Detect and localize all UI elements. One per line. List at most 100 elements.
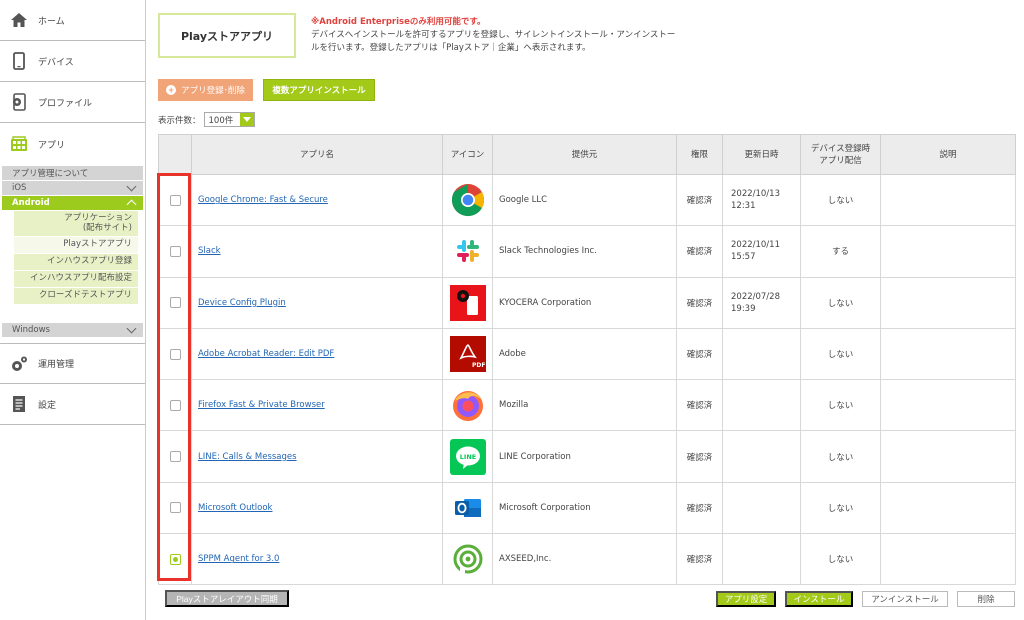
- distribution-cell: する: [800, 225, 881, 278]
- header-distribution: デバイス登録時 アプリ配信: [800, 134, 881, 175]
- row-select-checkbox[interactable]: [169, 194, 181, 206]
- row-checkbox-cell: [158, 276, 192, 329]
- header-distribution-line2: アプリ配信: [819, 155, 862, 166]
- line-icon: LINE: [449, 438, 486, 475]
- row-checkbox-cell: [158, 430, 192, 483]
- sidebar-item-label: アプリ: [38, 140, 66, 151]
- row-select-checkbox[interactable]: [169, 502, 181, 514]
- sidebar-item-devices[interactable]: デバイス: [0, 41, 145, 82]
- app-name-link[interactable]: LINE: Calls & Messages: [192, 452, 297, 462]
- updated-cell: [722, 481, 801, 535]
- app-name-cell: SPPM Agent for 3.0: [191, 533, 443, 586]
- row-select-checkbox[interactable]: [169, 553, 181, 565]
- sidebar-item-app-distribution[interactable]: アプリケーション (配布サイト): [14, 211, 138, 237]
- updated-date: 2022/07/28: [731, 291, 780, 302]
- page-title: Playストアアプリ: [158, 13, 296, 58]
- row-checkbox-cell: [158, 481, 192, 535]
- sppm-icon: [450, 544, 486, 574]
- row-select-checkbox[interactable]: [169, 399, 181, 411]
- app-name-cell: LINE: Calls & Messages: [191, 430, 443, 483]
- vendor-cell: Adobe: [492, 327, 677, 381]
- notice-warning: ※Android Enterpriseのみ利用可能です。: [311, 17, 486, 27]
- display-count-label: 表示件数：: [158, 115, 201, 126]
- sidebar-item-label: ホーム: [38, 16, 65, 27]
- row-checkbox-cell: [158, 379, 192, 432]
- dropdown-arrow-icon: [239, 113, 254, 126]
- sidebar-group-android[interactable]: Android: [2, 196, 143, 210]
- description-cell: [880, 327, 1016, 381]
- updated-date: 2022/10/13: [731, 189, 780, 200]
- install-button[interactable]: インストール: [785, 591, 853, 607]
- vendor-cell: KYOCERA Corporation: [492, 276, 677, 329]
- sidebar-item-inhouse-register[interactable]: インハウスアプリ登録: [14, 254, 138, 271]
- vendor-cell: Google LLC: [492, 173, 677, 227]
- sidebar-group-ios[interactable]: iOS: [2, 181, 143, 195]
- sidebar-item-label: デバイス: [38, 57, 74, 68]
- apps-table: アプリ名 アイコン 提供元 権限 更新日時 デバイス登録時 アプリ配信 説明 Go…: [158, 134, 1016, 586]
- row-select-checkbox[interactable]: [169, 245, 181, 257]
- settings-document-icon: [10, 395, 28, 413]
- firefox-icon: [450, 391, 486, 422]
- sidebar-item-profile[interactable]: プロファイル: [0, 82, 145, 123]
- register-delete-app-button[interactable]: + アプリ登録･削除: [158, 79, 253, 101]
- description-cell: [880, 173, 1016, 227]
- smartphone-icon: [10, 52, 28, 70]
- app-name-link[interactable]: Slack: [192, 246, 221, 256]
- sidebar-item-label: iOS: [12, 183, 27, 193]
- slack-icon: [450, 240, 486, 263]
- app-name-cell: Google Chrome: Fast & Secure: [191, 173, 443, 227]
- sidebar-item-about-apps[interactable]: アプリ管理について: [2, 166, 143, 180]
- row-select-checkbox[interactable]: [169, 297, 181, 309]
- updated-cell: 2022/07/28 19:39: [722, 276, 801, 329]
- app-name-cell: Slack: [191, 225, 443, 278]
- sidebar-item-playstore-apps[interactable]: Playストアアプリ: [14, 237, 138, 254]
- display-count-select[interactable]: 100件: [203, 112, 255, 127]
- description-cell: [880, 430, 1016, 483]
- app-name-link[interactable]: Google Chrome: Fast & Secure: [192, 195, 328, 205]
- table-header-row: アプリ名 アイコン 提供元 権限 更新日時 デバイス登録時 アプリ配信 説明: [158, 134, 1016, 175]
- app-name-link[interactable]: SPPM Agent for 3.0: [192, 554, 279, 564]
- row-checkbox-cell: [158, 173, 192, 227]
- app-name-link[interactable]: Device Config Plugin: [192, 298, 286, 308]
- updated-cell: [722, 327, 801, 381]
- sidebar-item-settings[interactable]: 設定: [0, 384, 145, 425]
- chevron-up-icon: [126, 199, 137, 210]
- notice-description: デバイスへインストールを許可するアプリを登録し、サイレントインストール・アンイン…: [311, 30, 676, 53]
- app-name-cell: Device Config Plugin: [191, 276, 443, 329]
- permission-cell: 確認済: [676, 481, 723, 535]
- row-select-checkbox[interactable]: [169, 451, 181, 463]
- distribution-cell: しない: [800, 327, 881, 381]
- sidebar-item-label: Windows: [12, 325, 50, 335]
- uninstall-button[interactable]: アンインストール: [862, 591, 948, 607]
- sidebar-item-operations[interactable]: 運用管理: [0, 343, 145, 384]
- button-label: アプリ登録･削除: [181, 85, 245, 95]
- sidebar-group-windows[interactable]: Windows: [2, 323, 143, 337]
- distribution-cell: しない: [800, 276, 881, 329]
- sidebar-item-closed-test[interactable]: クローズドテストアプリ: [14, 288, 138, 305]
- header-icon: アイコン: [442, 134, 493, 175]
- svg-text:LINE: LINE: [459, 453, 475, 461]
- sidebar-item-apps[interactable]: アプリ: [0, 123, 145, 165]
- updated-time: 15:57: [731, 252, 756, 263]
- playstore-layout-sync-button[interactable]: Playストアレイアウト同期: [165, 590, 289, 607]
- app-name-link[interactable]: Adobe Acrobat Reader: Edit PDF: [192, 349, 334, 359]
- app-name-link[interactable]: Microsoft Outlook: [192, 503, 272, 513]
- row-select-checkbox[interactable]: [169, 348, 181, 360]
- display-count: 表示件数： 100件: [158, 112, 255, 127]
- android-submenu: アプリケーション (配布サイト) Playストアアプリ インハウスアプリ登録 イ…: [14, 211, 138, 305]
- main-content: Playストアアプリ ※Android Enterpriseのみ利用可能です。 …: [157, 0, 1024, 620]
- sidebar-item-inhouse-distribution[interactable]: インハウスアプリ配布設定: [14, 271, 138, 288]
- app-icon-cell: LINE: [442, 430, 493, 483]
- chevron-down-icon: [126, 181, 137, 191]
- table-row: Firefox Fast & Private Browser Mozilla 確認済…: [158, 379, 1016, 432]
- app-name-link[interactable]: Firefox Fast & Private Browser: [192, 400, 325, 410]
- updated-time: 12:31: [731, 201, 756, 212]
- updated-time: 19:39: [731, 303, 756, 314]
- delete-button[interactable]: 削除: [957, 591, 1015, 607]
- app-settings-button[interactable]: アプリ設定: [716, 591, 776, 607]
- svg-text:PDF: PDF: [472, 362, 485, 369]
- sidebar-item-home[interactable]: ホーム: [0, 0, 145, 41]
- multi-install-button[interactable]: 複数アプリインストール: [263, 79, 375, 101]
- sidebar: ホーム デバイス プロファイル アプリ アプリ管理について iOS Androi…: [0, 0, 146, 620]
- sidebar-item-label: インハウスアプリ登録: [46, 256, 132, 267]
